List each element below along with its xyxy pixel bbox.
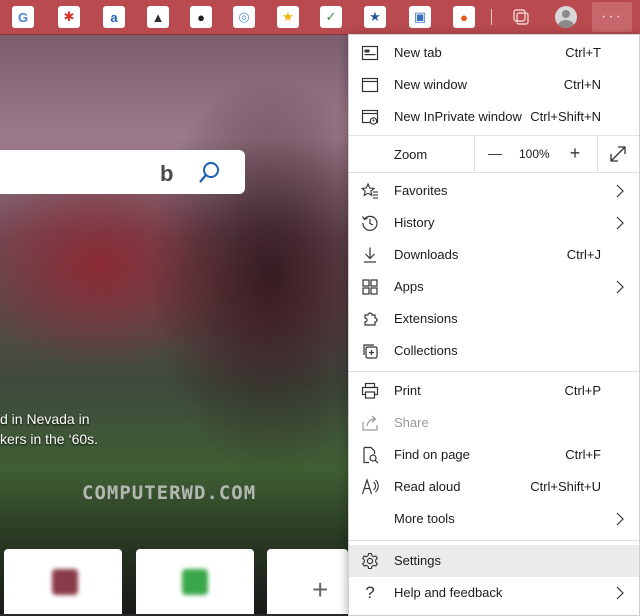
zoom-level: 100% (519, 147, 550, 161)
bing-logo-icon: b (160, 161, 174, 186)
shortcut-text: Ctrl+T (565, 45, 601, 60)
sunset-icon[interactable]: ● (453, 6, 475, 28)
ninja-icon[interactable]: ● (190, 6, 212, 28)
zoom-in-button[interactable]: + (563, 142, 587, 166)
swirl-icon[interactable]: ◎ (233, 6, 255, 28)
zoom-separator (597, 136, 598, 172)
menu-item-label: New tab (394, 45, 442, 60)
shortcut-text: Ctrl+P (564, 383, 601, 398)
menu-item-help-and-feedback[interactable]: ? Help and feedback (349, 577, 639, 609)
shortcut-text: Ctrl+J (566, 247, 601, 262)
menu-divider (349, 540, 639, 541)
gear-icon (361, 552, 379, 570)
download-icon (361, 246, 379, 264)
menu-divider (349, 172, 639, 173)
find-on-page-icon (361, 446, 379, 464)
star-icon[interactable]: ★ (277, 6, 299, 28)
quick-link-icon (182, 569, 208, 595)
print-icon (361, 382, 379, 400)
screenshot-icon[interactable]: ▣ (409, 6, 431, 28)
shortcut-text: Ctrl+Shift+N (530, 109, 601, 124)
menu-divider (349, 371, 639, 372)
at-sign-icon[interactable]: a (103, 6, 125, 28)
menu-item-new-tab[interactable]: New tab Ctrl+T (349, 37, 639, 69)
menu-item-label: New InPrivate window (394, 109, 522, 124)
menu-item-new-inprivate-window[interactable]: New InPrivate window Ctrl+Shift+N (349, 101, 639, 133)
menu-item-label: Settings (394, 553, 441, 568)
read-aloud-icon (361, 478, 379, 496)
favorites-icon (361, 182, 379, 200)
menu-item-extensions[interactable]: Extensions (349, 303, 639, 335)
menu-item-label: Help and feedback (394, 585, 503, 600)
menu-item-history[interactable]: History (349, 207, 639, 239)
menu-item-new-window[interactable]: New window Ctrl+N (349, 69, 639, 101)
new-tab-icon (361, 44, 379, 62)
menu-item-label: Downloads (394, 247, 459, 262)
background-caption[interactable]: d in Nevada in kers in the ‘60s. (0, 409, 98, 449)
menu-item-label: Favorites (394, 183, 448, 198)
menu-item-read-aloud[interactable]: Read aloud Ctrl+Shift+U (349, 471, 639, 503)
chevron-right-icon (615, 279, 625, 295)
bookmark-star-icon[interactable]: ★ (364, 6, 386, 28)
quick-link-icon (52, 569, 78, 595)
browser-toolbar: G ✱ a ▲ ● ◎ ★ ✓ ★ ▣ ● ··· (0, 0, 640, 35)
menu-item-collections[interactable]: Collections (349, 335, 639, 367)
shortcut-text: Ctrl+N (563, 77, 601, 92)
pin-icon[interactable]: ✱ (58, 6, 80, 28)
menu-item-apps[interactable]: Apps (349, 271, 639, 303)
caption-line-1: d in Nevada in (0, 411, 90, 427)
menu-item-label: Extensions (394, 311, 458, 326)
menu-item-settings[interactable]: Settings (349, 545, 639, 577)
shortcut-text: Ctrl+Shift+U (530, 479, 601, 494)
chevron-right-icon (615, 585, 625, 601)
inbox-check-icon[interactable]: ✓ (320, 6, 342, 28)
menu-item-share[interactable]: Share (349, 407, 639, 439)
profile-icon[interactable] (555, 6, 577, 28)
watermark: COMPUTERWD.COM (82, 482, 257, 504)
menu-item-label: Share (394, 415, 429, 430)
add-icon[interactable]: + (312, 576, 328, 604)
menu-item-label: Apps (394, 279, 424, 294)
history-icon (361, 214, 379, 232)
google-translate-icon[interactable]: G (12, 6, 34, 28)
share-icon (361, 414, 379, 432)
caption-line-2: kers in the ‘60s. (0, 431, 99, 447)
shortcut-text: Ctrl+F (565, 447, 601, 462)
apps-icon (361, 278, 379, 296)
zoom-out-button[interactable]: — (483, 142, 507, 166)
menu-item-label: More tools (394, 511, 455, 526)
zoom-label: Zoom (394, 147, 428, 162)
chevron-right-icon (615, 215, 625, 231)
settings-and-more-menu: New tab Ctrl+T New window Ctrl+N New InP… (348, 34, 640, 616)
image-icon[interactable]: ▲ (147, 6, 169, 28)
menu-item-more-tools[interactable]: More tools (349, 503, 639, 535)
fullscreen-button[interactable] (606, 142, 630, 166)
search-icon[interactable] (198, 160, 222, 184)
menu-item-label: Collections (394, 343, 458, 358)
menu-item-find-on-page[interactable]: Find on page Ctrl+F (349, 439, 639, 471)
menu-item-label: Find on page (394, 447, 470, 462)
menu-item-downloads[interactable]: Downloads Ctrl+J (349, 239, 639, 271)
zoom-separator (474, 136, 475, 172)
new-window-icon (361, 76, 379, 94)
toolbar-separator (491, 9, 492, 25)
chevron-right-icon (615, 183, 625, 199)
menu-item-favorites[interactable]: Favorites (349, 175, 639, 207)
add-quick-link-tile[interactable] (267, 549, 348, 614)
settings-and-more-button[interactable]: ··· (592, 2, 632, 32)
menu-item-label: Print (394, 383, 421, 398)
help-icon: ? (365, 583, 375, 602)
inprivate-window-icon (361, 108, 379, 126)
menu-item-label: New window (394, 77, 467, 92)
collections-icon[interactable] (510, 6, 532, 28)
collections-icon (361, 342, 379, 360)
menu-item-label: History (394, 215, 435, 230)
menu-item-print[interactable]: Print Ctrl+P (349, 375, 639, 407)
extensions-icon (361, 310, 379, 328)
menu-item-zoom: Zoom — 100% + (349, 136, 639, 172)
chevron-right-icon (615, 511, 625, 527)
menu-item-label: Read aloud (394, 479, 461, 494)
